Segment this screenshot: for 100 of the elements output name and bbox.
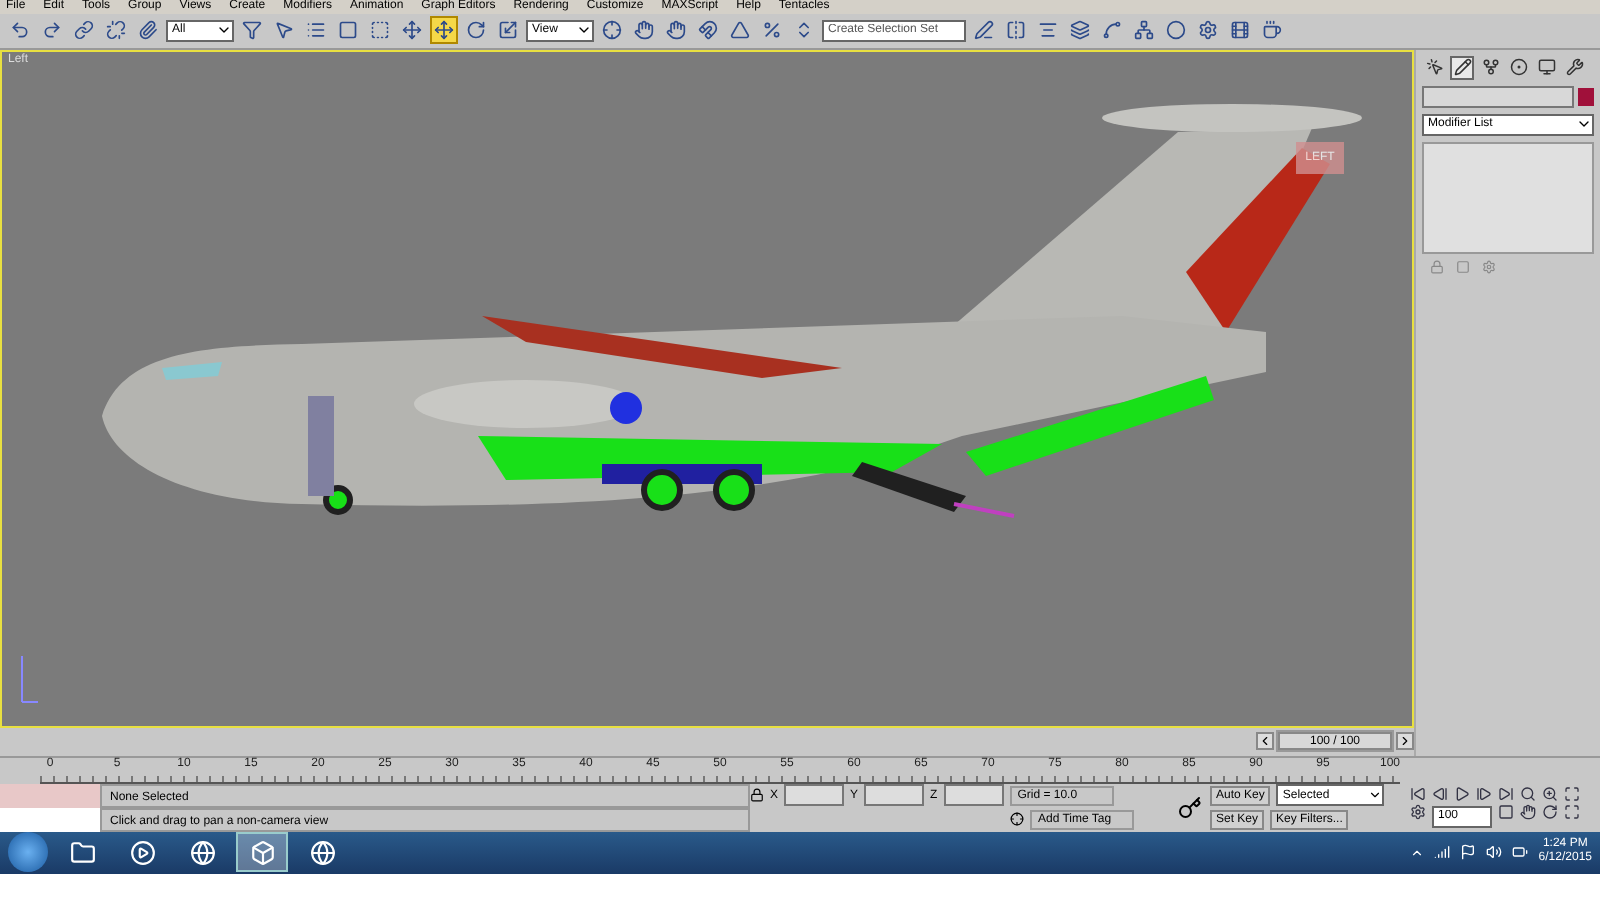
network-icon [1134, 20, 1154, 41]
move-icon [402, 20, 422, 41]
toolbar-button[interactable] [1162, 16, 1190, 45]
start-button[interactable] [8, 832, 48, 873]
move-icon [434, 20, 454, 41]
panel-tab[interactable] [1422, 55, 1446, 80]
toolbar-button[interactable] [398, 16, 426, 45]
square-icon [1498, 804, 1514, 821]
filter-icon [242, 20, 262, 41]
taskbar-app[interactable] [236, 832, 288, 873]
toolbar-button[interactable] [630, 16, 658, 45]
hand-icon [666, 20, 686, 41]
panel-tab[interactable] [1506, 55, 1530, 80]
pin-icon [1430, 259, 1444, 274]
monitor-icon [1537, 58, 1555, 77]
globe-icon [189, 839, 215, 866]
list-icon [306, 20, 326, 41]
toolbar-button[interactable] [430, 16, 458, 45]
mirror-icon [1006, 20, 1026, 41]
folder-icon [69, 839, 95, 866]
teapot-icon [1262, 20, 1282, 41]
pencil-icon [974, 20, 994, 41]
hierarchy-icon [1481, 58, 1499, 77]
magnet-icon [698, 20, 718, 41]
dashed-square-icon [370, 20, 390, 41]
toolbar-button[interactable] [134, 16, 162, 45]
hand-icon [634, 20, 654, 41]
toolbar-button[interactable] [1130, 16, 1158, 45]
next-button[interactable] [1396, 732, 1414, 751]
toolbar-button[interactable] [970, 16, 998, 45]
listener-field[interactable] [0, 783, 100, 808]
wrench-icon [1565, 58, 1583, 77]
play-icon [129, 839, 155, 866]
chevron-right-icon [1398, 734, 1412, 749]
play-icon [1454, 786, 1470, 803]
battery-icon [1512, 844, 1529, 861]
settings-icon [1410, 804, 1426, 821]
pencil-icon [1453, 58, 1471, 77]
paperclip-icon [138, 20, 158, 41]
square-icon [1456, 259, 1470, 274]
sphere-icon [1166, 20, 1186, 41]
crosshair-icon [602, 20, 622, 41]
toolbar-button[interactable] [694, 16, 722, 45]
pointer-icon [274, 20, 294, 41]
x-field[interactable] [784, 784, 845, 807]
layers-icon [1070, 20, 1090, 41]
toolbar-button[interactable] [1002, 16, 1030, 45]
key-icon [1178, 795, 1202, 820]
box-icon [249, 839, 275, 866]
circle-icon [1509, 58, 1527, 77]
pan-icon [1520, 804, 1536, 821]
toolbar-button[interactable] [662, 16, 690, 45]
chevron-up-icon [1410, 845, 1425, 860]
toolbar-button[interactable] [102, 16, 130, 45]
orbit-icon [1542, 804, 1558, 821]
step-forward-icon [1476, 786, 1492, 803]
toolbar-button[interactable] [238, 16, 266, 45]
panel-tab[interactable] [1562, 55, 1586, 80]
globe-icon [309, 839, 335, 866]
axis-gizmo-icon [21, 654, 39, 703]
step-back-icon [1432, 786, 1448, 803]
skip-forward-icon [1498, 786, 1514, 803]
object-name-field[interactable] [1422, 85, 1574, 108]
toolbar-button[interactable] [70, 16, 98, 45]
y-field[interactable] [864, 784, 925, 807]
volume-icon [1486, 844, 1503, 861]
flag-icon [1460, 844, 1477, 861]
undo-icon [10, 20, 30, 41]
toolbar-button[interactable] [1066, 16, 1094, 45]
pointer-icon [1425, 58, 1443, 77]
caret-icon [1368, 788, 1383, 803]
rotate-icon [466, 20, 486, 41]
triangle-icon [730, 20, 750, 41]
toolbar-button[interactable] [1194, 16, 1222, 45]
time-tag-icon [1010, 812, 1024, 827]
percent-icon [762, 20, 782, 41]
signal-icon [1434, 844, 1451, 861]
align-icon [1038, 20, 1058, 41]
toolbar-button[interactable] [598, 16, 626, 45]
panel-tab[interactable] [1534, 55, 1558, 80]
panel-tab[interactable] [1478, 55, 1502, 80]
square-icon [338, 20, 358, 41]
scale-icon [498, 20, 518, 41]
unlink-icon [106, 20, 126, 41]
settings-icon [1482, 259, 1496, 274]
lock-icon [750, 788, 764, 803]
zoom-all-icon [1542, 786, 1558, 803]
curve-icon [1102, 20, 1122, 41]
chevron-left-icon [1258, 734, 1272, 749]
panel-tab[interactable] [1450, 55, 1474, 80]
redo-icon [42, 20, 62, 41]
listener-output-field[interactable] [0, 807, 100, 832]
zoom-icon [1520, 786, 1536, 803]
z-field[interactable] [943, 784, 1004, 807]
previous-button[interactable] [1256, 732, 1274, 751]
spinner-icon [794, 20, 814, 41]
settings-icon [1198, 20, 1218, 41]
object-color-swatch[interactable] [1578, 87, 1594, 106]
skip-back-icon [1410, 786, 1426, 803]
film-icon [1230, 20, 1250, 41]
